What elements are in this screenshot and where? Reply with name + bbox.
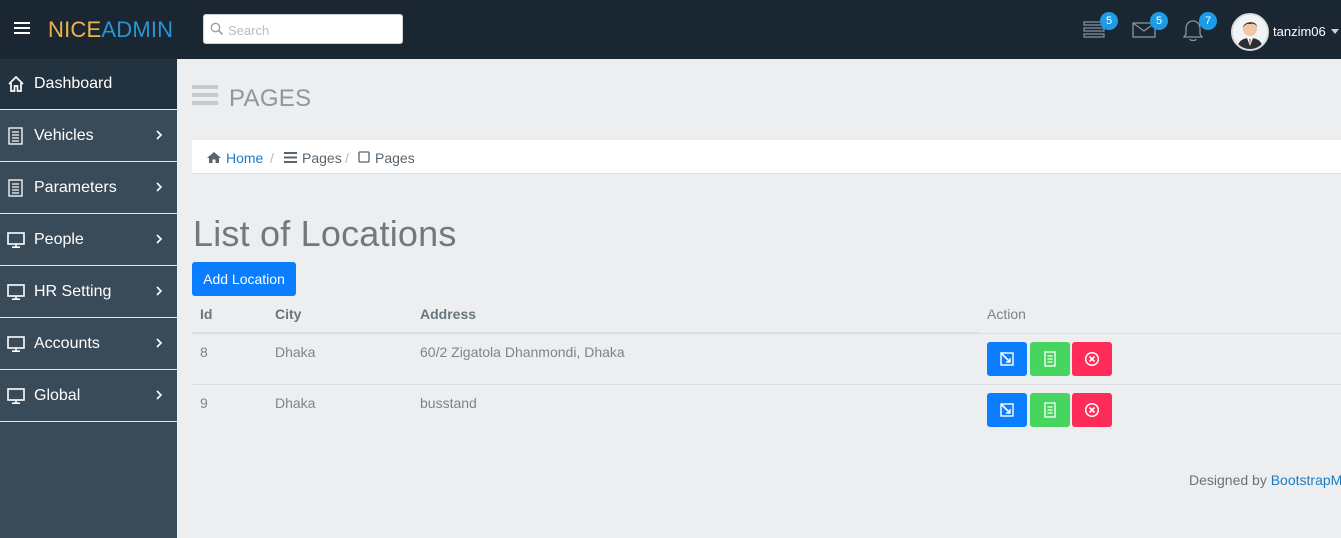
breadcrumb: Home / Pages / Pages [192, 140, 1341, 174]
monitor-icon [7, 232, 25, 249]
sidebar-item-label: Accounts [34, 335, 100, 352]
search-box [203, 14, 403, 44]
close-circle-icon [1084, 351, 1100, 367]
chevron-right-icon [156, 338, 163, 348]
view-button[interactable] [1030, 393, 1070, 427]
page-heading: PAGES [229, 85, 312, 112]
view-button[interactable] [1030, 342, 1070, 376]
column-header-id: Id [200, 306, 213, 322]
mail-badge: 5 [1150, 12, 1168, 30]
delete-button[interactable] [1072, 393, 1112, 427]
cell-id: 8 [200, 344, 208, 360]
home-icon [207, 152, 221, 163]
cell-id: 9 [200, 395, 208, 411]
edit-icon [1000, 352, 1014, 366]
document-icon [8, 127, 23, 145]
menu-toggle-icon[interactable] [14, 22, 30, 36]
table-header-divider [192, 332, 979, 334]
edit-button[interactable] [987, 342, 1027, 376]
sidebar-item-vehicles[interactable]: Vehicles [0, 111, 177, 162]
list-icon [284, 152, 297, 163]
column-header-action: Action [987, 306, 1026, 322]
footer-credit: Designed by BootstrapM [1189, 472, 1341, 488]
chevron-right-icon [156, 286, 163, 296]
sidebar-item-label: Dashboard [34, 75, 113, 92]
bars-icon [192, 85, 218, 106]
brand-part-1: NICE [48, 17, 102, 42]
sidebar-item-people[interactable]: People [0, 215, 177, 266]
sidebar-item-label: People [34, 231, 84, 248]
user-avatar-icon [1233, 15, 1267, 49]
column-header-address: Address [420, 306, 477, 322]
cell-address: busstand [420, 395, 477, 411]
brand-part-2: ADMIN [101, 17, 174, 42]
tasks-badge: 5 [1100, 12, 1118, 30]
monitor-icon [7, 336, 25, 353]
breadcrumb-home-link[interactable]: Home [226, 150, 263, 166]
close-circle-icon [1084, 402, 1100, 418]
breadcrumb-pages[interactable]: Pages [302, 150, 342, 166]
column-header-city: City [275, 306, 302, 322]
table-row-divider [192, 384, 1341, 385]
user-avatar[interactable] [1231, 13, 1269, 51]
monitor-icon [7, 284, 25, 301]
username-label[interactable]: tanzim06 [1273, 24, 1326, 39]
page-title: List of Locations [193, 213, 457, 254]
sidebar-item-label: Parameters [34, 179, 117, 196]
top-navbar: NICEADMIN 5 5 7 tanzim06 [0, 0, 1341, 59]
chevron-right-icon [156, 234, 163, 244]
sidebar: Dashboard Vehicles Parameters People HR … [0, 59, 177, 538]
brand-logo[interactable]: NICEADMIN [48, 17, 173, 43]
sidebar-item-label: HR Setting [34, 283, 112, 300]
edit-icon [1000, 403, 1014, 417]
sidebar-item-accounts[interactable]: Accounts [0, 319, 177, 370]
breadcrumb-separator: / [270, 150, 274, 166]
user-dropdown-caret-icon[interactable] [1331, 29, 1339, 34]
search-icon [210, 22, 224, 36]
search-input[interactable] [228, 21, 398, 39]
document-icon [1044, 351, 1056, 367]
table-header-divider [979, 333, 1341, 334]
delete-button[interactable] [1072, 342, 1112, 376]
breadcrumb-separator: / [345, 150, 349, 166]
document-icon [8, 179, 23, 197]
cell-city: Dhaka [275, 344, 316, 360]
sidebar-item-global[interactable]: Global [0, 371, 177, 422]
edit-button[interactable] [987, 393, 1027, 427]
chevron-right-icon [156, 182, 163, 192]
square-icon [358, 151, 370, 163]
sidebar-item-dashboard[interactable]: Dashboard [0, 59, 177, 110]
add-location-button[interactable]: Add Location [192, 262, 296, 296]
cell-city: Dhaka [275, 395, 316, 411]
notifications-badge: 7 [1199, 12, 1217, 30]
cell-address: 60/2 Zigatola Dhanmondi, Dhaka [420, 344, 625, 360]
chevron-right-icon [156, 130, 163, 140]
sidebar-item-parameters[interactable]: Parameters [0, 163, 177, 214]
sidebar-item-label: Global [34, 387, 81, 404]
breadcrumb-current-page: Pages [375, 150, 415, 166]
sidebar-item-hr-setting[interactable]: HR Setting [0, 267, 177, 318]
monitor-icon [7, 388, 25, 405]
home-icon [8, 75, 24, 92]
footer-link[interactable]: BootstrapM [1271, 472, 1341, 488]
sidebar-item-label: Vehicles [34, 127, 94, 144]
document-icon [1044, 402, 1056, 418]
footer-text: Designed by [1189, 472, 1267, 488]
chevron-right-icon [156, 390, 163, 400]
